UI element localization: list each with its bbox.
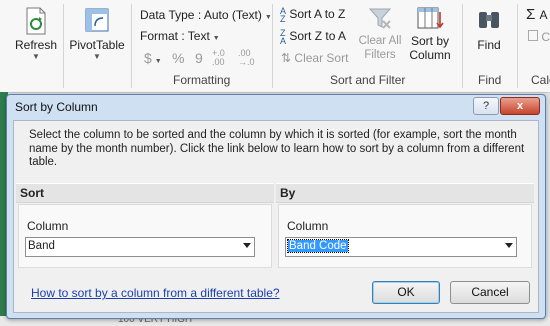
help-button[interactable]: ? <box>473 97 499 115</box>
clear-sort-icon: ⇅ <box>281 51 292 65</box>
increase-decimal-button[interactable]: +.0 .00 <box>212 49 232 67</box>
comma-icon: 9 <box>195 50 203 66</box>
pivottable-icon <box>85 8 109 32</box>
by-column-select[interactable]: Band Code <box>285 237 517 257</box>
increase-decimal-icon: +.0 .00 <box>212 48 225 67</box>
help-link[interactable]: How to sort by a column from a different… <box>31 286 280 300</box>
data-type-dropdown[interactable]: Data Type : Auto (Text) ▼ <box>140 8 272 22</box>
by-header: By <box>276 184 534 203</box>
sort-az-label: Sort A to Z <box>289 7 346 22</box>
help-icon: ? <box>482 100 490 112</box>
calc-option-label: C <box>541 30 550 44</box>
refresh-icon <box>26 7 46 35</box>
sort-header: Sort <box>16 184 274 203</box>
find-button[interactable]: Find <box>472 6 506 52</box>
sort-by-column-dialog: Sort by Column ? x Select the column to … <box>6 94 546 319</box>
sort-column-label: Column <box>27 219 69 233</box>
percent-button[interactable]: % <box>172 50 184 66</box>
sort-column-value: Band <box>28 240 55 252</box>
by-panel-inner: Column Band Code <box>278 204 532 268</box>
sort-by-column-button[interactable]: Sort by Column <box>406 6 454 62</box>
divider <box>462 4 463 88</box>
sigma-icon: Σ <box>526 6 536 23</box>
find-label: Find <box>477 38 501 52</box>
clear-sort-label: Clear Sort <box>294 51 349 65</box>
chevron-down-icon <box>505 243 513 248</box>
by-header-label: By <box>280 186 296 200</box>
dialog-description: Select the column to be sorted and the c… <box>29 129 525 168</box>
ribbon: Refresh ▼ PivotTable ▼ Data Type : Auto … <box>0 0 550 93</box>
comma-button[interactable]: 9 <box>195 50 203 66</box>
divider <box>63 4 64 88</box>
clear-all-filters-label: Clear All Filters <box>358 35 402 61</box>
autosum-label: A <box>539 8 548 22</box>
pivottable-label: PivotTable <box>69 38 125 52</box>
by-column-value: Band Code <box>287 239 349 253</box>
currency-button[interactable]: $ ▼ <box>144 50 162 66</box>
close-button[interactable]: x <box>500 97 540 115</box>
filter-clear-icon <box>368 8 392 29</box>
format-label: Format : Text <box>140 29 210 43</box>
pivottable-button[interactable]: PivotTable ▼ <box>68 6 126 62</box>
divider <box>272 4 273 88</box>
by-column-label: Column <box>287 219 329 233</box>
percent-icon: % <box>172 50 185 66</box>
decrease-decimal-icon: .00 →.0 <box>238 48 255 67</box>
formatting-group-label: Formatting <box>173 73 231 87</box>
sort-z-to-a-button[interactable]: ZA Sort Z to A <box>280 28 347 46</box>
refresh-button[interactable]: Refresh ▼ <box>14 6 58 62</box>
cancel-button[interactable]: Cancel <box>450 281 530 304</box>
chevron-down-icon <box>243 243 251 248</box>
clear-sort-button[interactable]: ⇅ Clear Sort <box>281 51 348 65</box>
by-panel: By Column Band Code <box>276 183 534 268</box>
dialog-body: Select the column to be sorted and the c… <box>13 120 539 313</box>
calculator-icon <box>528 30 538 41</box>
dialog-title: Sort by Column <box>15 100 98 114</box>
chevron-down-icon: ▼ <box>264 14 272 21</box>
sort-by-column-label: Sort by Column <box>409 34 451 62</box>
sort-column-select[interactable]: Band <box>25 237 255 257</box>
sort-header-label: Sort <box>20 186 44 200</box>
data-type-label: Data Type : Auto (Text) <box>140 8 262 22</box>
sort-filter-group-label: Sort and Filter <box>330 73 406 87</box>
chevron-down-icon: ▼ <box>154 58 162 65</box>
sort-za-icon: ZA <box>280 28 287 46</box>
calc-option-button[interactable]: C <box>528 30 550 44</box>
sort-panel-inner: Column Band <box>18 204 272 268</box>
sort-a-to-z-button[interactable]: AZ Sort A to Z <box>280 6 346 24</box>
chevron-down-icon: ▼ <box>32 52 40 61</box>
sort-az-icon: AZ <box>280 6 287 24</box>
sort-by-column-icon <box>417 7 444 29</box>
binoculars-icon <box>479 12 499 28</box>
close-icon: x <box>516 100 524 112</box>
chevron-down-icon: ▼ <box>212 35 220 42</box>
divider <box>517 4 518 88</box>
find-group-label: Find <box>478 73 502 87</box>
sort-panel: Sort Column Band <box>16 183 274 268</box>
format-dropdown[interactable]: Format : Text ▼ <box>140 29 220 43</box>
calc-group-label: Calc <box>531 73 550 87</box>
ok-button[interactable]: OK <box>372 281 440 304</box>
divider <box>131 4 132 88</box>
decrease-decimal-button[interactable]: .00 →.0 <box>238 49 258 67</box>
currency-icon: $ <box>144 50 152 66</box>
autosum-button[interactable]: Σ A <box>526 6 547 23</box>
clear-all-filters-button[interactable]: Clear All Filters <box>356 6 404 62</box>
chevron-down-icon: ▼ <box>93 52 101 61</box>
refresh-label: Refresh <box>14 38 58 52</box>
sort-za-label: Sort Z to A <box>289 29 347 44</box>
